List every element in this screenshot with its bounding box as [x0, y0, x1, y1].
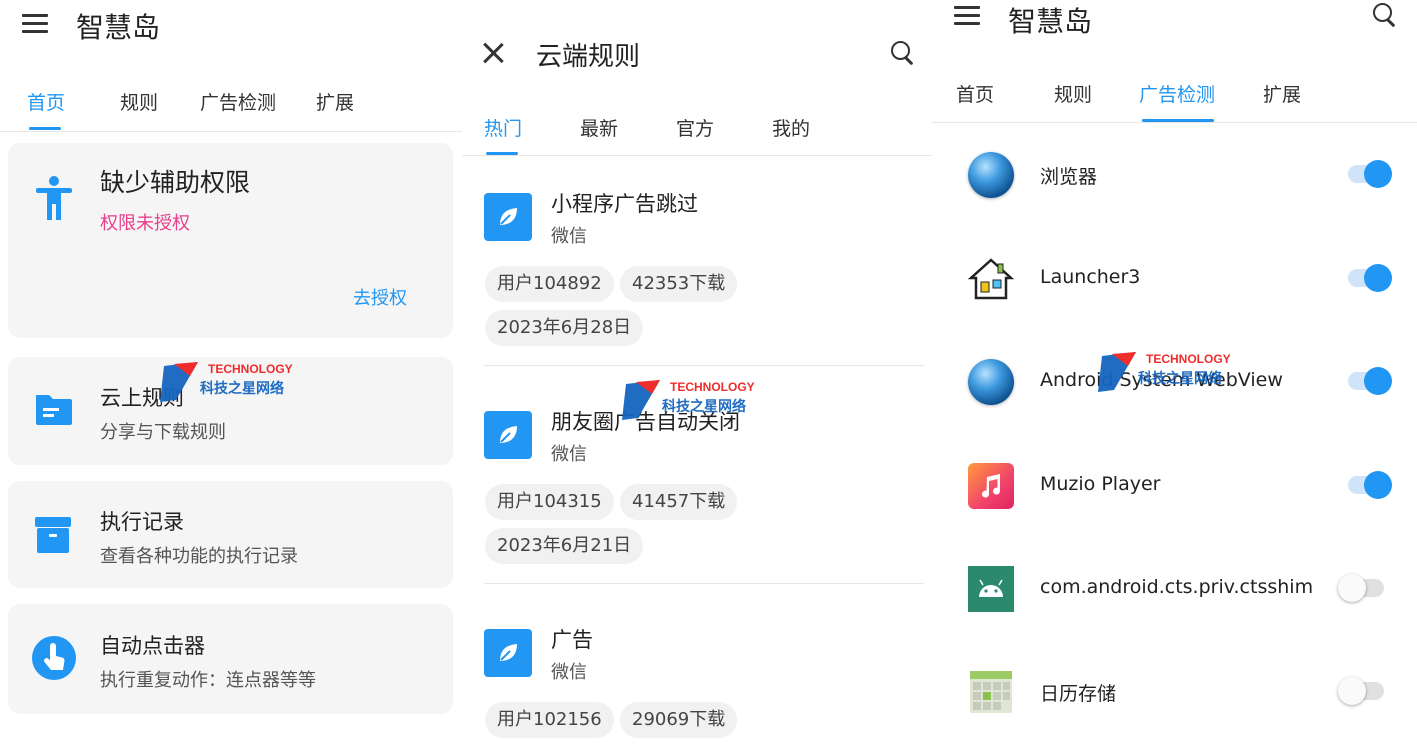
cloud-rules-screen: 云端规则 热门 最新 官方 我的 小程序广告跳过 微信 用户104892 423… [462, 0, 932, 750]
home-screen: 智慧岛 首页 规则 广告检测 扩展 缺少辅助权限 权限未授权 去授权 云上规则 … [0, 0, 462, 750]
tab-official[interactable]: 官方 [676, 114, 714, 141]
card-subtitle: 执行重复动作：连点器等等 [100, 670, 316, 691]
tab-rules[interactable]: 规则 [1054, 80, 1092, 107]
app-title: 智慧岛 [1008, 5, 1093, 38]
ad-detect-toggle[interactable] [1348, 471, 1392, 499]
tab-divider [462, 155, 932, 156]
permission-card: 缺少辅助权限 权限未授权 去授权 [8, 143, 453, 338]
watermark-en: TECHNOLOGY [670, 380, 755, 394]
date-chip: 2023年6月28日 [485, 310, 644, 346]
watermark-logo-icon [622, 380, 660, 420]
watermark-cn: 科技之星网络 [1138, 371, 1222, 387]
tab-extensions[interactable]: 扩展 [1263, 80, 1301, 107]
search-icon[interactable] [890, 40, 916, 66]
permission-status: 权限未授权 [100, 213, 190, 234]
tab-extensions[interactable]: 扩展 [316, 88, 354, 115]
watermark-cn: 科技之星网络 [200, 381, 284, 397]
globe-icon [968, 152, 1014, 198]
tab-ad-detect[interactable]: 广告检测 [200, 88, 276, 115]
downloads-chip: 42353下载 [620, 266, 738, 302]
ad-detect-toggle[interactable] [1338, 677, 1384, 705]
tab-home[interactable]: 首页 [27, 88, 65, 115]
rule-app: 微信 [551, 662, 587, 683]
rule-app: 微信 [551, 444, 587, 465]
menu-icon[interactable] [22, 14, 48, 34]
launcher-house-icon [968, 258, 1014, 300]
close-icon[interactable] [482, 42, 504, 64]
history-box-icon [35, 517, 71, 553]
ad-detect-toggle[interactable] [1348, 367, 1392, 395]
page-title: 云端规则 [536, 42, 641, 72]
rule-item[interactable]: 小程序广告跳过 微信 用户104892 42353下载 2023年6月28日 [484, 188, 924, 348]
app-row: Muzio Player [932, 456, 1417, 516]
rule-divider [484, 583, 924, 584]
app-name: Launcher3 [1040, 266, 1141, 288]
watermark-en: TECHNOLOGY [1146, 352, 1231, 366]
watermark-logo-icon [160, 362, 198, 402]
app-name: com.android.cts.priv.ctsshim [1040, 576, 1314, 598]
calendar-grid-icon [970, 671, 1012, 713]
user-chip: 用户102156 [485, 702, 614, 738]
search-icon[interactable] [1372, 2, 1398, 28]
auto-clicker-card[interactable]: 自动点击器 执行重复动作：连点器等等 [8, 604, 453, 714]
rule-divider [484, 365, 924, 366]
android-icon [968, 566, 1014, 612]
tab-rules[interactable]: 规则 [120, 88, 158, 115]
watermark-cn: 科技之星网络 [662, 399, 746, 415]
app-row: Launcher3 [932, 249, 1417, 309]
tab-hot[interactable]: 热门 [484, 114, 522, 141]
tab-mine[interactable]: 我的 [772, 114, 810, 141]
globe-icon [968, 359, 1014, 405]
ad-detection-screen: 智慧岛 首页 规则 广告检测 扩展 浏览器 Launcher3 Android … [932, 0, 1417, 750]
leaf-icon [484, 193, 532, 241]
date-chip: 2023年6月21日 [485, 528, 644, 564]
tab-newest[interactable]: 最新 [580, 114, 618, 141]
card-title: 执行记录 [100, 510, 184, 534]
ad-detect-toggle[interactable] [1348, 160, 1392, 188]
tab-divider [932, 122, 1417, 123]
ad-detect-toggle[interactable] [1338, 574, 1384, 602]
card-title: 自动点击器 [100, 634, 205, 658]
accessibility-icon [36, 176, 72, 220]
tap-icon [32, 636, 76, 680]
folder-icon [36, 395, 72, 425]
rule-title: 小程序广告跳过 [551, 192, 698, 216]
menu-icon[interactable] [954, 6, 980, 26]
user-chip: 用户104892 [485, 266, 614, 302]
app-row: 浏览器 [932, 145, 1417, 205]
app-row: 日历存储 [932, 662, 1417, 722]
app-row: com.android.cts.priv.ctsshim [932, 559, 1417, 619]
rule-item[interactable]: 朋友圈广告自动关闭 微信 用户104315 41457下载 2023年6月21日 [484, 406, 924, 566]
watermark: TECHNOLOGY 科技之星网络 [622, 378, 772, 428]
app-name: 日历存储 [1040, 683, 1117, 705]
watermark-logo-icon [1098, 352, 1136, 392]
rule-item[interactable]: 广告 微信 用户102156 29069下载 [484, 624, 924, 750]
user-chip: 用户104315 [485, 484, 614, 520]
music-note-icon [968, 463, 1014, 509]
tab-indicator [29, 127, 61, 130]
card-subtitle: 查看各种功能的执行记录 [100, 546, 298, 567]
rule-title: 广告 [551, 628, 593, 652]
leaf-icon [484, 629, 532, 677]
downloads-chip: 29069下载 [620, 702, 738, 738]
watermark-en: TECHNOLOGY [208, 362, 293, 376]
tab-ad-detect[interactable]: 广告检测 [1139, 80, 1215, 107]
card-title: 缺少辅助权限 [100, 168, 251, 197]
tab-home[interactable]: 首页 [956, 80, 994, 107]
app-title: 智慧岛 [76, 11, 161, 44]
app-name: Muzio Player [1040, 473, 1161, 495]
app-name: 浏览器 [1040, 166, 1098, 188]
history-card[interactable]: 执行记录 查看各种功能的执行记录 [8, 481, 453, 588]
ad-detect-toggle[interactable] [1348, 264, 1392, 292]
leaf-icon [484, 411, 532, 459]
downloads-chip: 41457下载 [620, 484, 738, 520]
watermark: TECHNOLOGY 科技之星网络 [160, 360, 310, 410]
rule-app: 微信 [551, 226, 587, 247]
tab-divider [0, 131, 462, 132]
watermark: TECHNOLOGY 科技之星网络 [1098, 350, 1248, 400]
grant-permission-button[interactable]: 去授权 [353, 284, 407, 310]
card-subtitle: 分享与下载规则 [100, 422, 226, 443]
